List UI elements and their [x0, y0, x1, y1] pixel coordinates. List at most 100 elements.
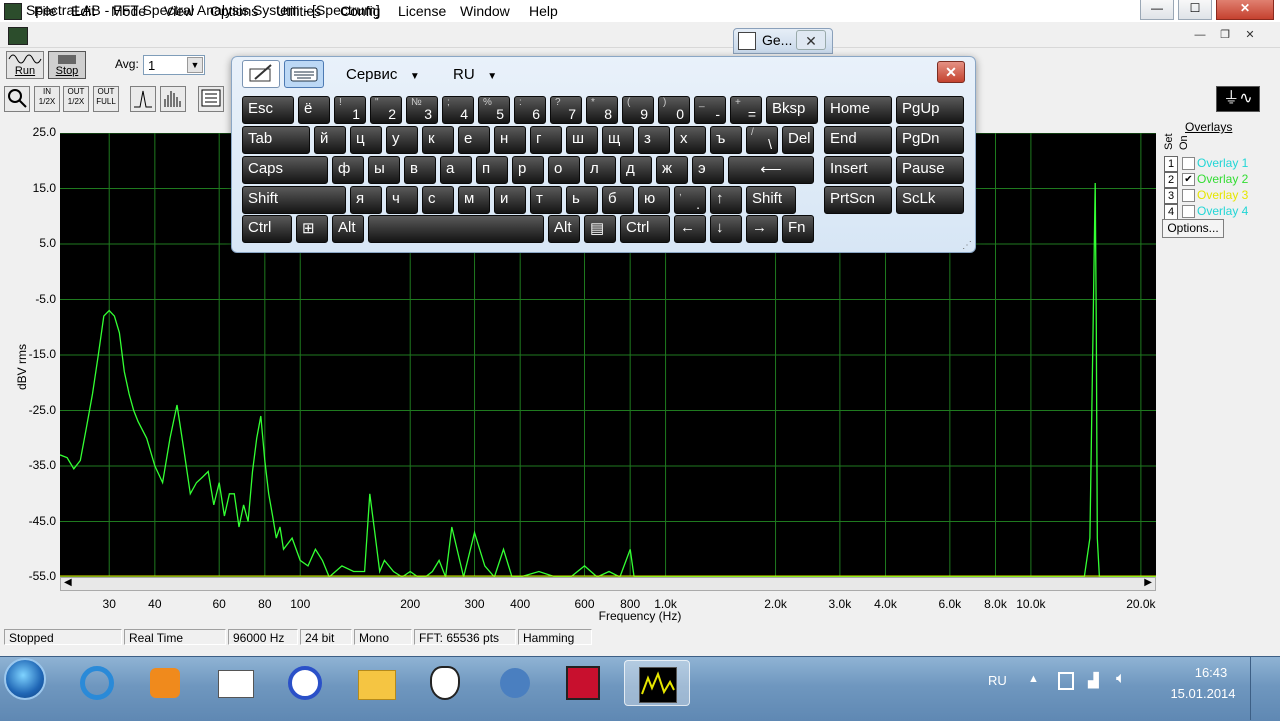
osk-nav-key[interactable]: Pause — [896, 156, 964, 184]
osk-key[interactable]: ↓ — [710, 215, 742, 243]
osk-key[interactable]: ) 0 — [658, 96, 690, 124]
clock-time[interactable]: 16:43 — [1176, 665, 1246, 680]
scroll-left-icon[interactable]: ◀ — [64, 577, 72, 588]
osk-key[interactable]: з — [638, 126, 670, 154]
osk-key[interactable]: ⟵ — [728, 156, 814, 184]
settings-panel-button[interactable] — [198, 86, 224, 112]
mdi-close-button[interactable]: ✕ — [1240, 26, 1260, 44]
osk-key[interactable]: ё — [298, 96, 330, 124]
osk-key[interactable]: ю — [638, 186, 670, 214]
osk-key[interactable]: м — [458, 186, 490, 214]
menu-view[interactable]: View — [164, 3, 194, 19]
osk-close-button[interactable]: ✕ — [937, 61, 965, 83]
osk-key[interactable]: ы — [368, 156, 400, 184]
osk-key[interactable]: Caps — [242, 156, 328, 184]
osk-key[interactable]: Shift — [746, 186, 796, 214]
zoom-button[interactable] — [4, 86, 30, 112]
osk-key[interactable]: _ - — [694, 96, 726, 124]
osk-key[interactable]: д — [620, 156, 652, 184]
osk-key[interactable]: ← — [674, 215, 706, 243]
resize-grip-icon[interactable]: ⋰ — [962, 240, 972, 251]
menu-help[interactable]: Help — [529, 3, 558, 19]
clock-date[interactable]: 15.01.2014 — [1158, 686, 1248, 701]
osk-key[interactable]: Alt — [332, 215, 364, 243]
osk-nav-key[interactable]: End — [824, 126, 892, 154]
osk-key[interactable]: ! 1 — [334, 96, 366, 124]
osk-key[interactable]: и — [494, 186, 526, 214]
menu-mode[interactable]: Mode — [111, 3, 146, 19]
handwriting-mode-button[interactable] — [242, 60, 280, 88]
osk-key[interactable]: + = — [730, 96, 762, 124]
osk-key[interactable]: е — [458, 126, 490, 154]
osk-key[interactable]: с — [422, 186, 454, 214]
osk-key[interactable]: Fn — [782, 215, 814, 243]
osk-key[interactable]: щ — [602, 126, 634, 154]
horizontal-scrollbar[interactable]: ◀ ▶ — [60, 577, 1156, 591]
osk-service-menu[interactable]: Сервис ▼ — [346, 66, 420, 83]
osk-key[interactable]: Shift — [242, 186, 346, 214]
osk-key[interactable]: т — [530, 186, 562, 214]
overlay-set-button[interactable]: 3 — [1164, 188, 1178, 204]
osk-key[interactable]: ш — [566, 126, 598, 154]
osk-key[interactable]: я — [350, 186, 382, 214]
osk-key[interactable]: ⊞ — [296, 215, 328, 243]
overlay-checkbox[interactable] — [1182, 189, 1195, 202]
ge-close-button[interactable]: ✕ — [796, 30, 826, 50]
osk-nav-key[interactable]: Home — [824, 96, 892, 124]
overlay-checkbox[interactable]: ✔ — [1182, 173, 1195, 186]
osk-key[interactable]: к — [422, 126, 454, 154]
osk-nav-key[interactable]: PrtScn — [824, 186, 892, 214]
start-button[interactable] — [4, 658, 46, 700]
zoom-out-half-button[interactable]: OUT 1/2X — [63, 86, 89, 112]
zoom-in-half-button[interactable]: IN 1/2X — [34, 86, 60, 112]
osk-key[interactable]: Alt — [548, 215, 580, 243]
osk-key[interactable]: а — [440, 156, 472, 184]
user-tool-task[interactable] — [488, 660, 544, 706]
explorer-task[interactable] — [348, 660, 404, 706]
mdi-minimize-button[interactable]: — — [1190, 26, 1210, 44]
osk-key[interactable]: :6 — [514, 96, 546, 124]
osk-nav-key[interactable]: PgDn — [896, 126, 964, 154]
osk-key[interactable]: * 8 — [586, 96, 618, 124]
minimize-button[interactable]: — — [1140, 0, 1174, 20]
network-error-icon[interactable]: ▟ — [1088, 672, 1099, 689]
tray-device-icon[interactable] — [1058, 672, 1074, 690]
overlay-checkbox[interactable] — [1182, 157, 1195, 170]
osk-key[interactable]: → — [746, 215, 778, 243]
osk-key[interactable]: Del — [782, 126, 814, 154]
osk-key[interactable]: Bksp — [766, 96, 818, 124]
menu-options[interactable]: Options — [210, 3, 258, 19]
osk-key[interactable]: ч — [386, 186, 418, 214]
osk-key[interactable]: ; 4 — [442, 96, 474, 124]
media-player-task[interactable] — [138, 660, 194, 706]
overlay-set-button[interactable]: 2 — [1164, 172, 1178, 188]
osk-key[interactable]: ▤ — [584, 215, 616, 243]
osk-key[interactable]: Ctrl — [242, 215, 292, 243]
osk-key[interactable]: Esc — [242, 96, 294, 124]
stop-button[interactable]: Stop — [48, 51, 86, 79]
line-plot-button[interactable] — [130, 86, 156, 112]
osk-key[interactable]: (9 — [622, 96, 654, 124]
bar-plot-button[interactable] — [160, 86, 186, 112]
run-button[interactable]: Run — [6, 51, 44, 79]
overlay-set-button[interactable]: 1 — [1164, 156, 1178, 172]
menu-license[interactable]: License — [398, 3, 446, 19]
spectralab-app-icon[interactable] — [4, 3, 22, 20]
osk-key[interactable]: й — [314, 126, 346, 154]
volume-icon[interactable]: 🔈︎ — [1116, 670, 1126, 688]
osk-key[interactable]: в — [404, 156, 436, 184]
tray-language[interactable]: RU — [988, 673, 1007, 688]
avg-select[interactable]: 1 ▼ — [143, 55, 205, 75]
overlay-set-button[interactable]: 4 — [1164, 204, 1178, 220]
osk-key[interactable]: р — [512, 156, 544, 184]
chevron-down-icon[interactable]: ▼ — [187, 57, 203, 73]
osk-key[interactable]: н — [494, 126, 526, 154]
osk-key[interactable]: ф — [332, 156, 364, 184]
keyboard-mode-button[interactable] — [284, 60, 324, 88]
osk-key[interactable]: ь — [566, 186, 598, 214]
osk-nav-key[interactable]: PgUp — [896, 96, 964, 124]
osk-key[interactable]: ъ — [710, 126, 742, 154]
osk-key[interactable] — [368, 215, 544, 243]
internet-explorer-task[interactable] — [70, 660, 126, 706]
osk-key[interactable]: " 2 — [370, 96, 402, 124]
